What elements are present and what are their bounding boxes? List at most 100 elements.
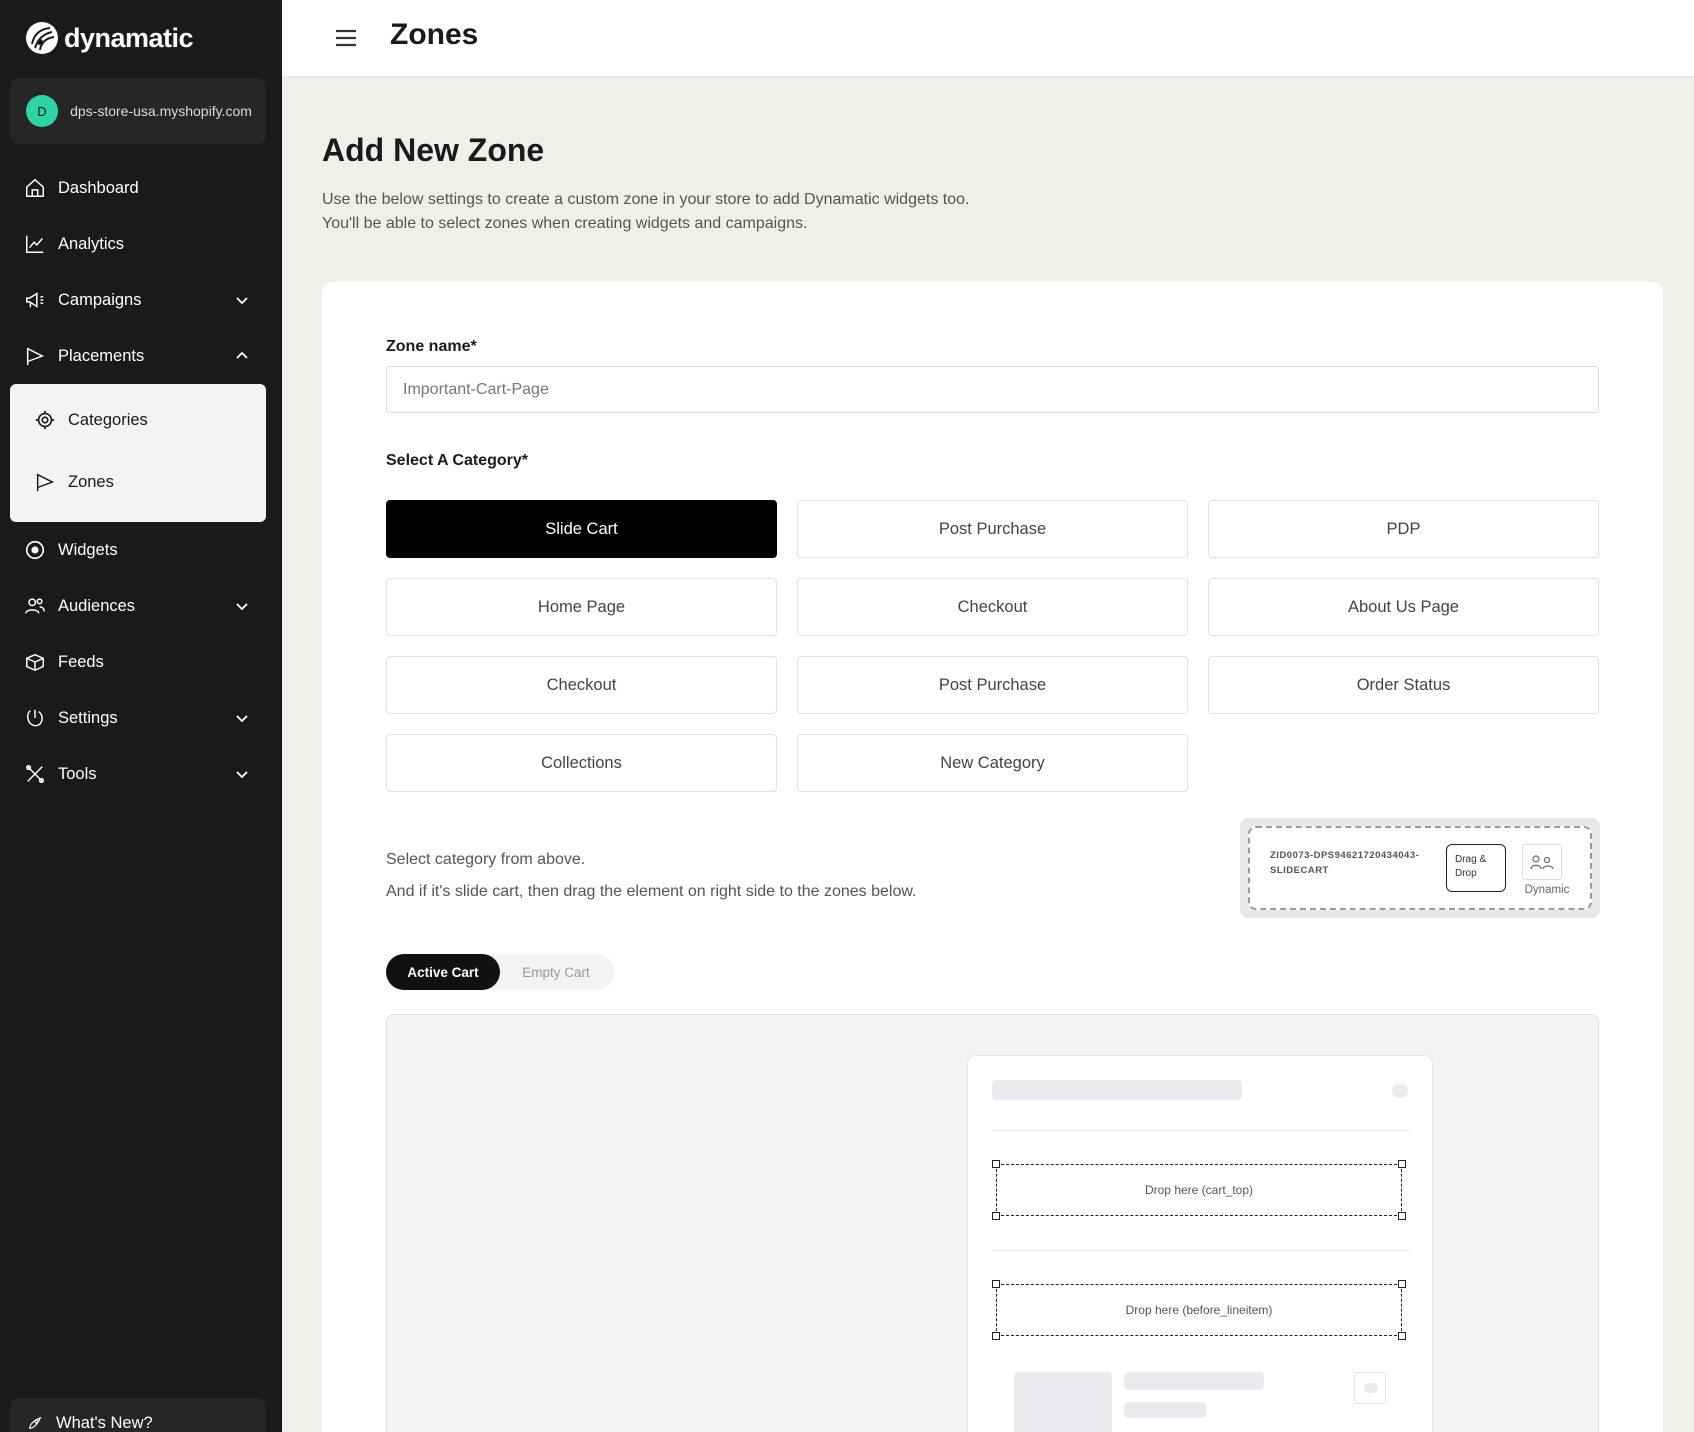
sidebar-item-label: Widgets — [58, 540, 118, 559]
resize-handle — [1398, 1280, 1406, 1288]
store-avatar: D — [26, 95, 58, 127]
category-collections[interactable]: Collections — [386, 734, 777, 792]
drop-zone-cart-top[interactable]: Drop here (cart_top) — [996, 1164, 1402, 1216]
active-cart-tab[interactable]: Active Cart — [386, 954, 500, 990]
sidebar-item-label: Placements — [58, 346, 145, 365]
resize-handle — [992, 1332, 1000, 1340]
category-home-page[interactable]: Home Page — [386, 578, 777, 636]
chevron-down-icon — [236, 603, 248, 611]
chevron-down-icon — [236, 771, 248, 779]
skeleton-product-price — [1124, 1402, 1206, 1418]
page-header-title: Zones — [390, 18, 479, 51]
settings-icon — [24, 707, 46, 729]
sidebar-subitem-label: Zones — [68, 472, 114, 491]
store-switcher[interactable]: D dps-store-usa.myshopify.com — [10, 78, 266, 144]
empty-cart-tab[interactable]: Empty Cart — [506, 954, 606, 990]
category-slide-cart[interactable]: Slide Cart — [386, 500, 777, 558]
sidebar-item-label: Dashboard — [58, 178, 139, 197]
hamburger-menu-icon[interactable] — [334, 26, 358, 50]
sidebar-item-label: Feeds — [58, 652, 104, 671]
category-hint: Select category from above. And if it's … — [386, 844, 916, 908]
zone-id: ZID0073-DPS94621720434043-SLIDECART — [1270, 850, 1420, 876]
chart-line-icon — [24, 233, 46, 255]
megaphone-icon — [24, 289, 46, 311]
sidebar: dynamatic D dps-store-usa.myshopify.com … — [0, 0, 282, 1432]
sidebar-item-label: Tools — [58, 764, 97, 783]
home-icon — [24, 177, 46, 199]
top-bar: Zones — [282, 0, 1694, 77]
sidebar-item-widgets[interactable]: Widgets — [24, 530, 256, 570]
sidebar-subitem-zones[interactable]: Zones — [34, 462, 114, 502]
sidebar-item-label: Settings — [58, 708, 118, 727]
zone-name-input[interactable] — [386, 366, 1599, 413]
category-label: Select A Category* — [386, 452, 528, 469]
description-line-2: You'll be able to select zones when crea… — [322, 215, 808, 232]
target-icon — [24, 539, 46, 561]
sidebar-item-settings[interactable]: Settings — [24, 698, 256, 738]
category-checkout[interactable]: Checkout — [797, 578, 1188, 636]
divider — [992, 1250, 1410, 1251]
category-post-purchase[interactable]: Post Purchase — [797, 500, 1188, 558]
resize-handle — [1398, 1160, 1406, 1168]
drag-drop-handle[interactable]: Drag & Drop — [1446, 844, 1506, 892]
crosshair-icon — [34, 409, 56, 431]
skeleton-remove-dot — [1364, 1383, 1378, 1393]
sidebar-item-campaigns[interactable]: Campaigns — [24, 280, 256, 320]
skeleton-product-title — [1124, 1372, 1264, 1390]
flag-icon — [24, 345, 46, 367]
flag-icon — [34, 471, 56, 493]
chevron-down-icon — [236, 715, 248, 723]
placements-submenu: Categories Zones — [10, 384, 266, 522]
resize-handle — [1398, 1212, 1406, 1220]
sidebar-item-analytics[interactable]: Analytics — [24, 224, 256, 264]
category-checkout-2[interactable]: Checkout — [386, 656, 777, 714]
resize-handle — [992, 1212, 1000, 1220]
sidebar-item-label: Analytics — [58, 234, 125, 253]
slide-cart-preview: Drop here (cart_top) Drop here (before_l… — [967, 1055, 1433, 1432]
skeleton-remove-icon — [1354, 1372, 1386, 1404]
page-title: Add New Zone — [322, 132, 545, 168]
whats-new-button[interactable]: What's New? — [10, 1398, 266, 1432]
sidebar-item-feeds[interactable]: Feeds — [24, 642, 256, 682]
sidebar-item-label: Campaigns — [58, 290, 142, 309]
hint-line-1: Select category from above. — [386, 851, 586, 868]
sidebar-item-dashboard[interactable]: Dashboard — [24, 168, 256, 208]
whats-new-label: What's New? — [56, 1413, 153, 1432]
draggable-element-border: ZID0073-DPS94621720434043-SLIDECART Drag… — [1248, 826, 1592, 910]
chevron-down-icon — [236, 297, 248, 305]
sidebar-item-audiences[interactable]: Audiences — [24, 586, 256, 626]
description-line-1: Use the below settings to create a custo… — [322, 191, 970, 208]
hint-line-2: And if it's slide cart, then drag the el… — [386, 883, 917, 900]
sidebar-subitem-categories[interactable]: Categories — [34, 400, 148, 440]
category-about-us-page[interactable]: About Us Page — [1208, 578, 1599, 636]
draggable-zone-element[interactable]: ZID0073-DPS94621720434043-SLIDECART Drag… — [1240, 818, 1600, 918]
sidebar-item-placements[interactable]: Placements — [24, 336, 256, 376]
dynamic-brand-label: Dynamic — [1524, 884, 1570, 896]
cart-preview-area: Drop here (cart_top) Drop here (before_l… — [386, 1014, 1599, 1432]
page-description: Use the below settings to create a custo… — [322, 188, 1222, 236]
dynamatic-logo-icon — [26, 22, 58, 54]
resize-handle — [992, 1160, 1000, 1168]
category-new-category[interactable]: New Category — [797, 734, 1188, 792]
sidebar-item-label: Audiences — [58, 596, 136, 615]
rocket-icon — [26, 1414, 44, 1432]
resize-handle — [1398, 1332, 1406, 1340]
sidebar-subitem-label: Categories — [68, 410, 148, 429]
store-name: dps-store-usa.myshopify.com — [70, 103, 252, 119]
category-post-purchase-2[interactable]: Post Purchase — [797, 656, 1188, 714]
package-icon — [24, 651, 46, 673]
tools-icon — [24, 763, 46, 785]
cart-state-toggle: Active Cart Empty Cart — [386, 954, 614, 990]
skeleton-title — [992, 1080, 1242, 1100]
logo-text: dynamatic — [64, 22, 194, 53]
category-order-status[interactable]: Order Status — [1208, 656, 1599, 714]
category-pdp[interactable]: PDP — [1208, 500, 1599, 558]
zone-name-label: Zone name* — [386, 338, 477, 355]
skeleton-product-image — [1014, 1372, 1112, 1432]
resize-handle — [992, 1280, 1000, 1288]
sidebar-item-tools[interactable]: Tools — [24, 754, 256, 794]
dynamic-logo-icon — [1522, 844, 1562, 880]
brand-logo[interactable]: dynamatic — [26, 22, 194, 54]
drop-zone-before-lineitem[interactable]: Drop here (before_lineitem) — [996, 1284, 1402, 1336]
chevron-up-icon — [236, 351, 248, 359]
